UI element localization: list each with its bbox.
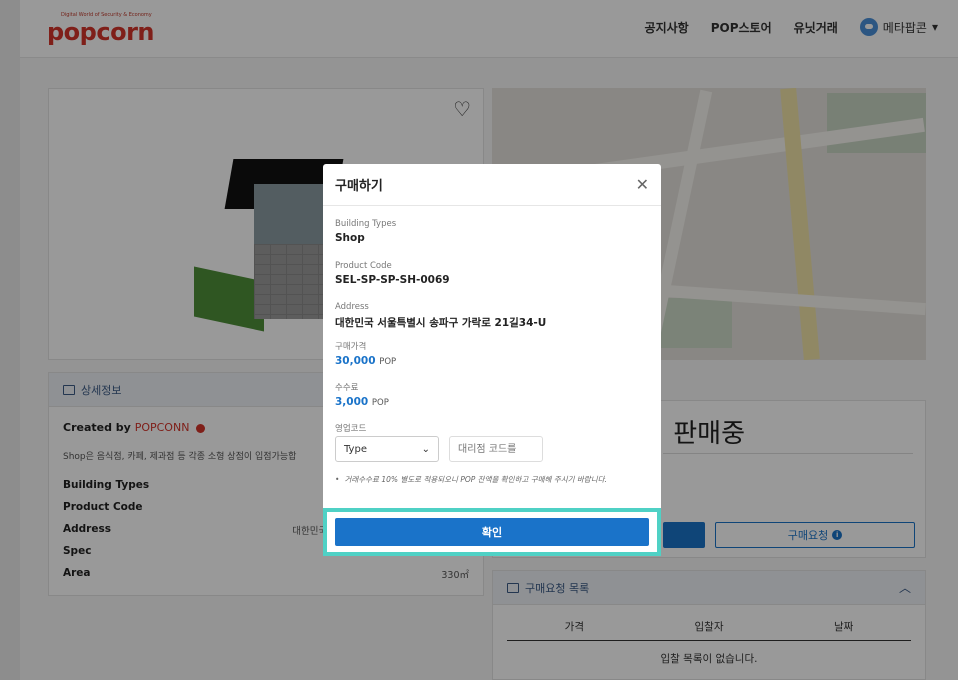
field-sales-code: 영업코드	[335, 422, 366, 434]
fee-value-wrap: 3,000 POP	[335, 396, 389, 408]
field-label: 영업코드	[335, 424, 367, 434]
field-address: Address 대한민국 서울특별시 송파구 가락로 21길34-U	[335, 302, 546, 330]
field-fee: 수수료 3,000 POP	[335, 381, 389, 408]
field-price: 구매가격 30,000 POP	[335, 340, 396, 367]
fee-notice: 거래수수료 10% 별도로 적용되오니 POP 잔액을 확인하고 구매해 주시기…	[335, 474, 653, 485]
price-value-wrap: 30,000 POP	[335, 355, 396, 367]
confirm-button[interactable]: 확인	[335, 518, 649, 546]
field-label: Building Types	[335, 219, 397, 229]
confirm-highlight: 확인	[323, 508, 661, 556]
field-label: 수수료	[335, 383, 359, 393]
modal-title: 구매하기	[335, 179, 383, 194]
price-value: 30,000	[335, 355, 376, 367]
field-label: Address	[335, 302, 369, 312]
type-select[interactable]: Type ⌄	[335, 436, 439, 462]
field-label: 구매가격	[335, 342, 367, 352]
purchase-modal: 구매하기 ✕ Building Types Shop Product Code …	[323, 164, 661, 556]
type-select-value: Type	[344, 443, 367, 455]
field-label: Product Code	[335, 261, 392, 271]
currency-unit: POP	[379, 357, 397, 367]
field-value: Shop	[335, 232, 365, 244]
field-building-type: Building Types Shop	[335, 219, 396, 244]
currency-unit: POP	[371, 398, 389, 408]
chevron-down-icon: ⌄	[421, 443, 430, 455]
fee-value: 3,000	[335, 396, 369, 408]
agent-code-input[interactable]	[449, 436, 543, 462]
close-icon[interactable]: ✕	[636, 176, 649, 193]
modal-header: 구매하기 ✕	[323, 164, 661, 206]
field-value: 대한민국 서울특별시 송파구 가락로 21길34-U	[335, 317, 547, 329]
field-value: SEL-SP-SP-SH-0069	[335, 274, 450, 286]
field-product-code: Product Code SEL-SP-SP-SH-0069	[335, 261, 450, 286]
